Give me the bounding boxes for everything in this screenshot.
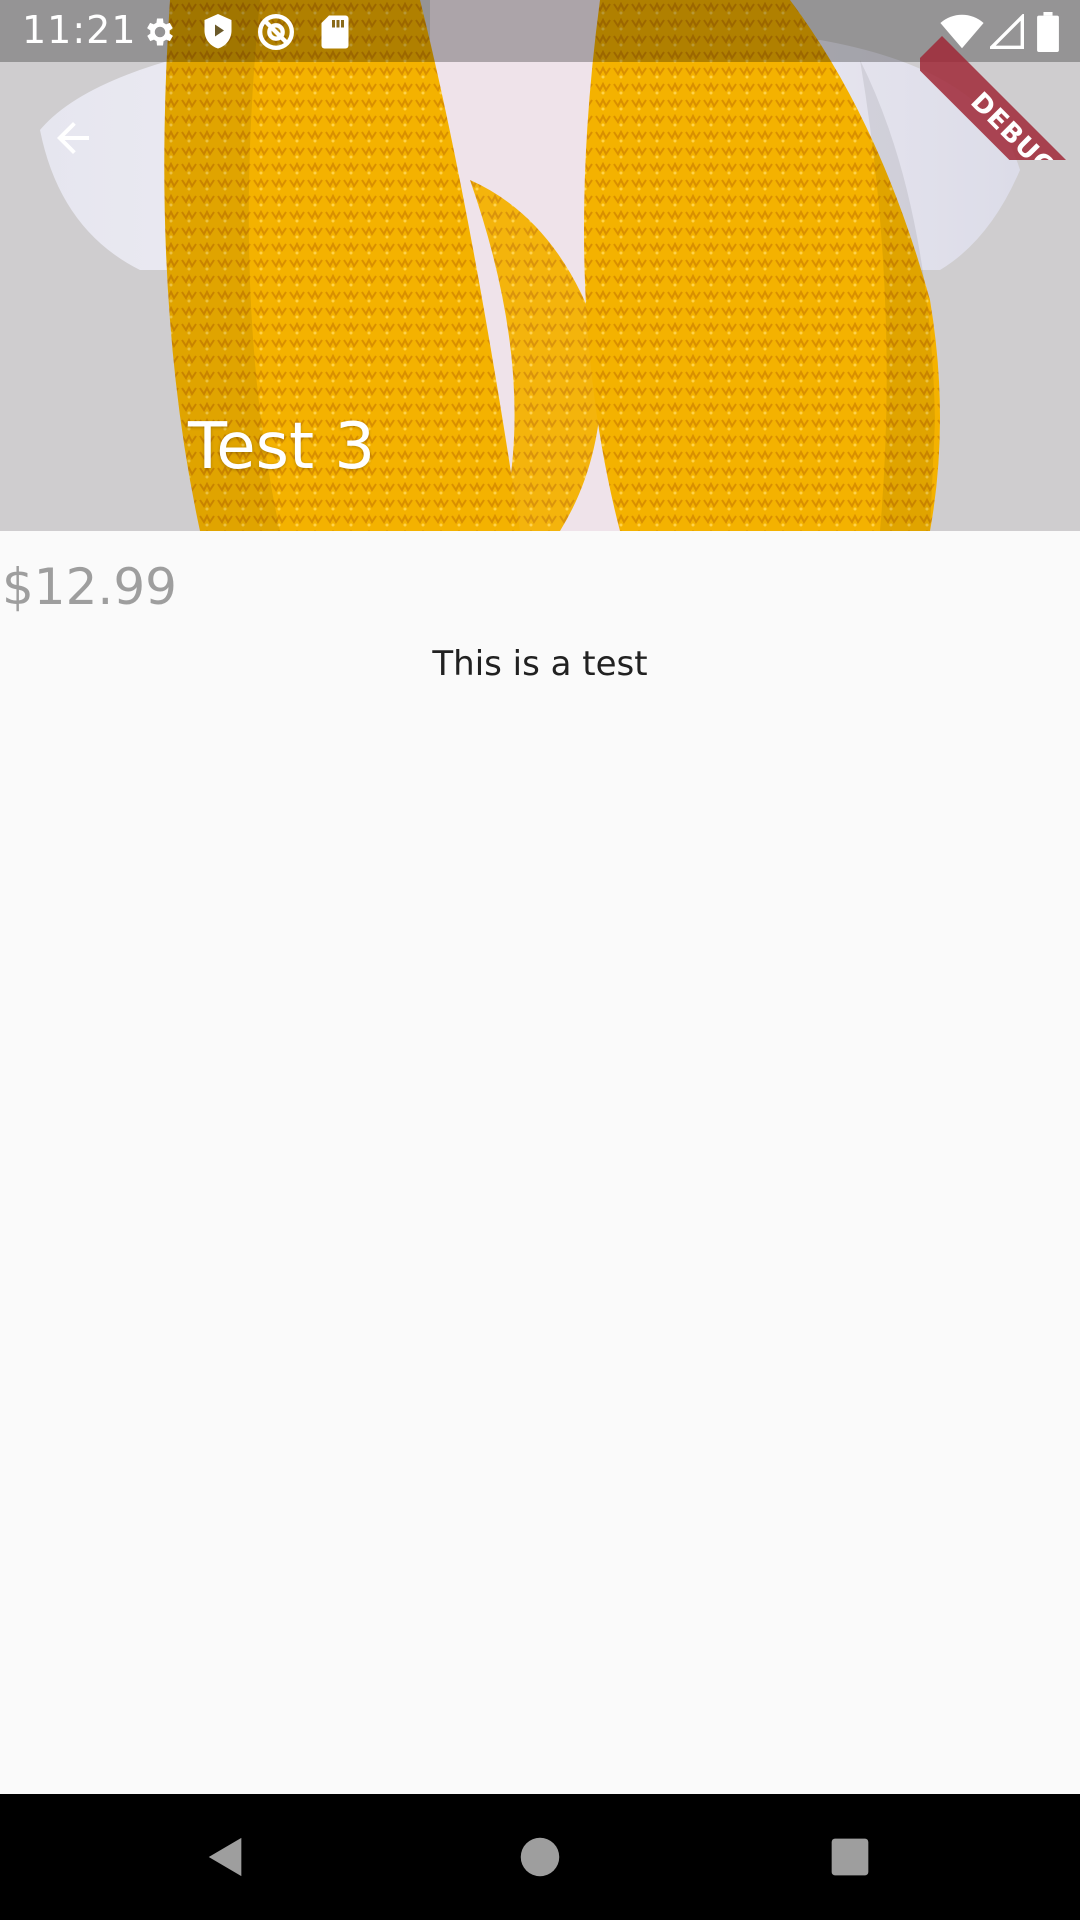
recents-square-icon — [831, 1838, 869, 1876]
arrow-left-icon — [57, 122, 89, 154]
hero-header: 11:21 Test 3 — [0, 0, 1080, 531]
status-time: 11:21 — [22, 8, 137, 52]
product-image — [0, 0, 1080, 531]
signal-icon — [987, 12, 1024, 54]
nav-back-button[interactable] — [191, 1822, 261, 1892]
nav-recents-button[interactable] — [815, 1822, 885, 1892]
battery-icon — [1036, 12, 1060, 56]
at-sign-icon — [256, 12, 296, 56]
product-description: This is a test — [432, 644, 648, 684]
navigation-bar — [0, 1794, 1080, 1920]
nav-home-button[interactable] — [505, 1822, 575, 1892]
back-button[interactable] — [35, 100, 111, 176]
product-price: $12.99 — [2, 558, 177, 616]
home-circle-icon — [520, 1837, 560, 1877]
shield-play-icon — [200, 12, 236, 56]
wifi-icon — [940, 14, 984, 54]
back-triangle-icon — [208, 1837, 242, 1877]
settings-icon — [142, 14, 178, 54]
sd-card-icon — [320, 14, 350, 54]
status-bar: 11:21 — [0, 0, 1080, 62]
page-title: Test 3 — [188, 410, 376, 484]
